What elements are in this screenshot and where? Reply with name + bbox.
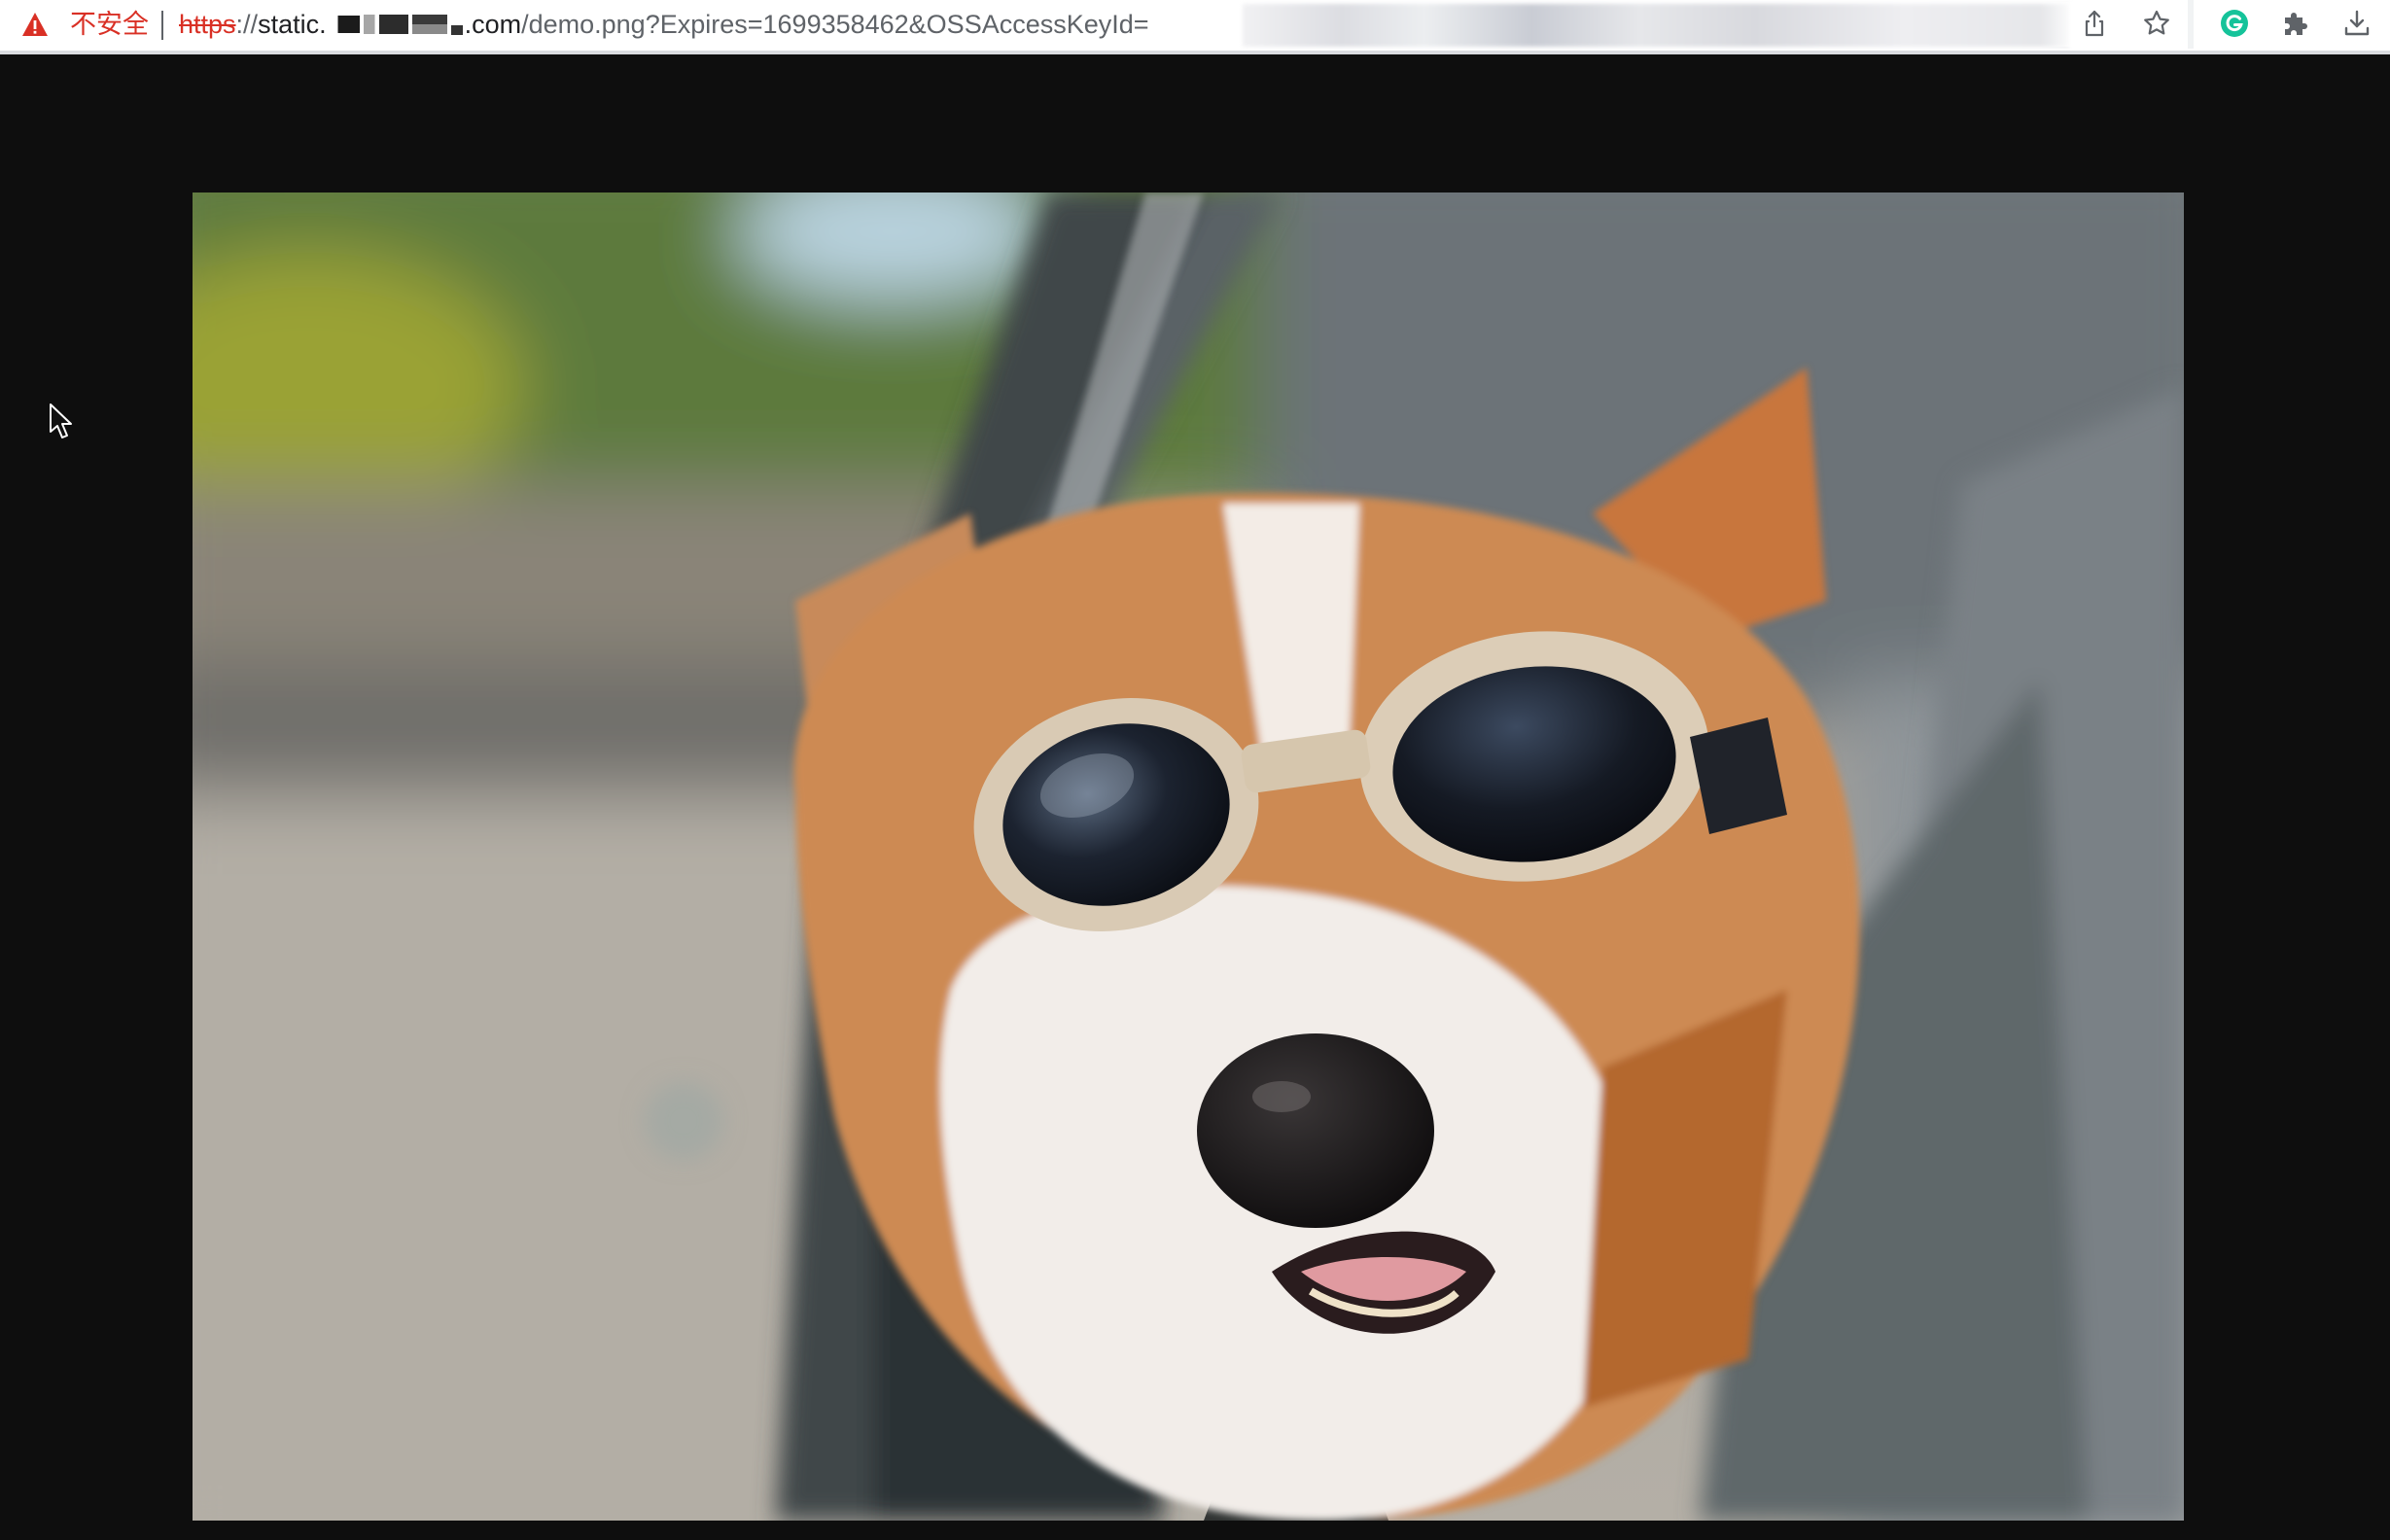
grammarly-extension-button[interactable] — [2215, 4, 2254, 43]
mouse-cursor-icon — [50, 403, 72, 438]
address-bar[interactable]: 不安全 https://static. .com/demo.png?Expires… — [8, 2, 2075, 47]
grammarly-icon — [2221, 10, 2248, 37]
redacted-block — [450, 24, 463, 35]
dog-photo — [193, 192, 2184, 1521]
omnibox-divider — [161, 11, 163, 40]
displayed-image[interactable] — [193, 192, 2184, 1521]
image-viewer — [0, 54, 2390, 1540]
url-text[interactable]: https://static. .com/demo.png?Expires=169… — [179, 8, 1149, 41]
puzzle-icon — [2285, 13, 2307, 35]
url-separator: :// — [235, 10, 259, 39]
download-icon — [2344, 10, 2370, 36]
warning-icon[interactable] — [21, 12, 49, 37]
browser-toolbar: 不安全 https://static. .com/demo.png?Expires… — [0, 0, 2390, 54]
extensions-button[interactable] — [2275, 4, 2314, 43]
share-icon — [2085, 10, 2104, 37]
redacted-block — [328, 15, 360, 33]
redacted-block — [363, 14, 408, 34]
omnibox-fade — [2040, 2, 2075, 47]
omnibox-end-cap — [2188, 0, 2194, 49]
bookmark-button[interactable] — [2137, 4, 2176, 43]
share-button[interactable] — [2075, 4, 2114, 43]
star-icon — [2144, 10, 2169, 35]
url-scheme: https — [179, 10, 236, 39]
url-path: /demo.png?Expires=1699358462&OSSAccessKe… — [521, 10, 1149, 39]
not-secure-label[interactable]: 不安全 — [70, 8, 149, 41]
url-host-suffix: .com — [464, 10, 522, 39]
redacted-block — [411, 14, 447, 34]
downloads-button[interactable] — [2337, 4, 2376, 43]
url-host-prefix: static. — [258, 10, 327, 39]
redacted-url-blur — [1243, 4, 2069, 47]
